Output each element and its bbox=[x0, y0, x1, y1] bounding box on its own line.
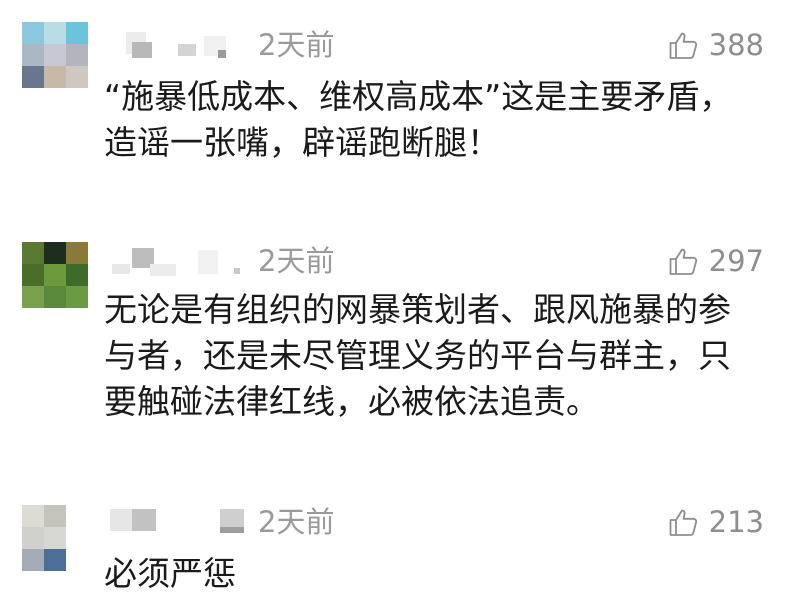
thumbs-up-icon bbox=[669, 248, 697, 275]
avatar-pixel bbox=[66, 286, 88, 308]
avatar-pixel bbox=[44, 44, 66, 66]
thumbs-up-icon bbox=[669, 509, 697, 536]
username-blurred[interactable] bbox=[104, 505, 244, 537]
avatar-pixel bbox=[22, 527, 44, 549]
username-blurred[interactable] bbox=[104, 244, 244, 276]
comment-text: 无论是有组织的网暴策划者、跟风施暴的参 与者，还是未尽管理义务的平台与群主，只 … bbox=[104, 290, 731, 421]
avatar-pixel bbox=[22, 505, 44, 527]
avatar-pixel bbox=[66, 22, 88, 44]
like-count: 388 bbox=[708, 28, 764, 62]
avatar-pixel bbox=[44, 505, 66, 527]
avatar-pixel bbox=[66, 44, 88, 66]
like-button[interactable]: 213 bbox=[667, 505, 764, 539]
avatar[interactable] bbox=[22, 505, 88, 571]
avatar-pixel bbox=[66, 527, 88, 549]
avatar-pixel bbox=[22, 242, 44, 264]
comment-text: “施暴低成本、维权高成本”这是主要矛盾， 造谣一张嘴，辟谣跑断腿！ bbox=[104, 77, 733, 162]
avatar-pixel bbox=[66, 242, 88, 264]
avatar-pixel bbox=[22, 44, 44, 66]
avatar-pixel bbox=[44, 527, 66, 549]
avatar-pixel bbox=[44, 264, 66, 286]
avatar-pixel bbox=[66, 549, 88, 571]
username-blurred[interactable] bbox=[104, 26, 244, 58]
comment-time: 2天前 bbox=[258, 244, 335, 278]
avatar-pixel bbox=[22, 264, 44, 286]
avatar-pixel bbox=[66, 66, 88, 88]
avatar-pixel bbox=[44, 286, 66, 308]
avatar-pixel bbox=[44, 242, 66, 264]
like-button[interactable]: 388 bbox=[667, 28, 764, 62]
avatar-pixel bbox=[66, 264, 88, 286]
like-count: 213 bbox=[708, 505, 764, 539]
avatar-pixel bbox=[44, 22, 66, 44]
comment-text: 必须严惩 bbox=[104, 554, 236, 593]
avatar-pixel bbox=[22, 286, 44, 308]
like-button[interactable]: 297 bbox=[667, 244, 764, 278]
like-count: 297 bbox=[708, 244, 764, 278]
thumbs-up-icon bbox=[669, 32, 697, 59]
avatar-pixel bbox=[44, 549, 66, 571]
avatar[interactable] bbox=[22, 22, 88, 88]
avatar-pixel bbox=[22, 66, 44, 88]
avatar-pixel bbox=[66, 505, 88, 527]
comment-time: 2天前 bbox=[258, 505, 335, 539]
avatar-pixel bbox=[22, 22, 44, 44]
avatar-pixel bbox=[22, 549, 44, 571]
avatar[interactable] bbox=[22, 242, 88, 308]
comment-time: 2天前 bbox=[258, 28, 335, 62]
avatar-pixel bbox=[44, 66, 66, 88]
